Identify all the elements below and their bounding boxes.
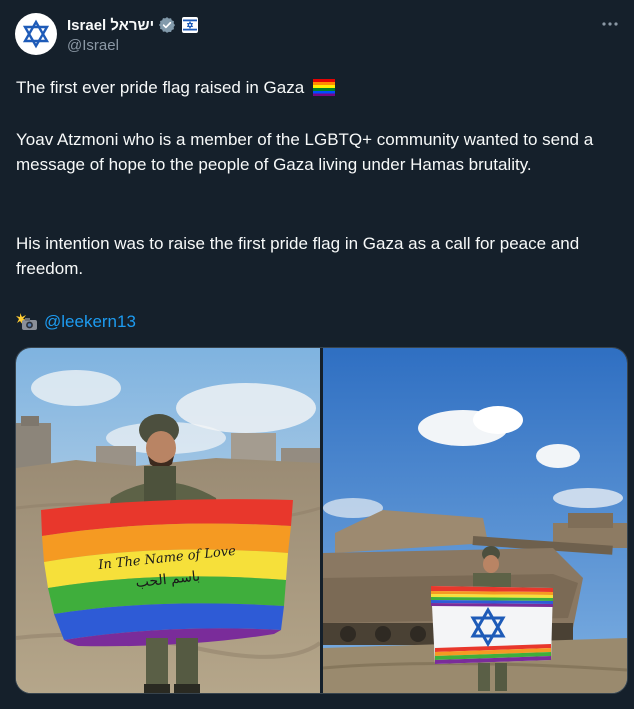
- mention-link[interactable]: @leekern13: [44, 309, 136, 334]
- photo-credit: @leekern13: [16, 309, 616, 334]
- tweet-paragraph-3: His intention was to raise the first pri…: [16, 234, 580, 278]
- israeli-pride-flag: [431, 586, 553, 664]
- verified-badge-icon[interactable]: [158, 16, 176, 34]
- more-horizontal-icon: [602, 22, 618, 26]
- pride-flag: In The Name of Love باسم الحب: [41, 499, 293, 647]
- israel-flag-badge-icon[interactable]: [182, 17, 199, 33]
- author-names: Israel ישראל @Israel: [67, 14, 199, 54]
- tweet-line-1-text: The first ever pride flag raised in Gaza: [16, 78, 305, 97]
- tweet-paragraph-2: Yoav Atzmoni who is a member of the LGBT…: [16, 130, 594, 174]
- photo-soldier-with-tanks[interactable]: [323, 348, 627, 693]
- avatar[interactable]: [15, 13, 57, 55]
- tweet: Israel ישראל @Israel The first ever prid…: [0, 0, 634, 709]
- more-options-button[interactable]: [598, 12, 622, 36]
- tweet-line-1: The first ever pride flag raised in Gaza: [16, 75, 616, 100]
- display-name[interactable]: Israel ישראל: [67, 17, 154, 34]
- camera-flash-emoji: [16, 312, 37, 330]
- media-grid: In The Name of Love باسم الحب: [15, 347, 628, 694]
- photo-soldier-with-pride-flag[interactable]: In The Name of Love باسم الحب: [16, 348, 320, 693]
- rainbow-flag-emoji: [312, 79, 335, 96]
- handle[interactable]: @Israel: [67, 37, 198, 54]
- star-of-david-icon: [22, 19, 50, 49]
